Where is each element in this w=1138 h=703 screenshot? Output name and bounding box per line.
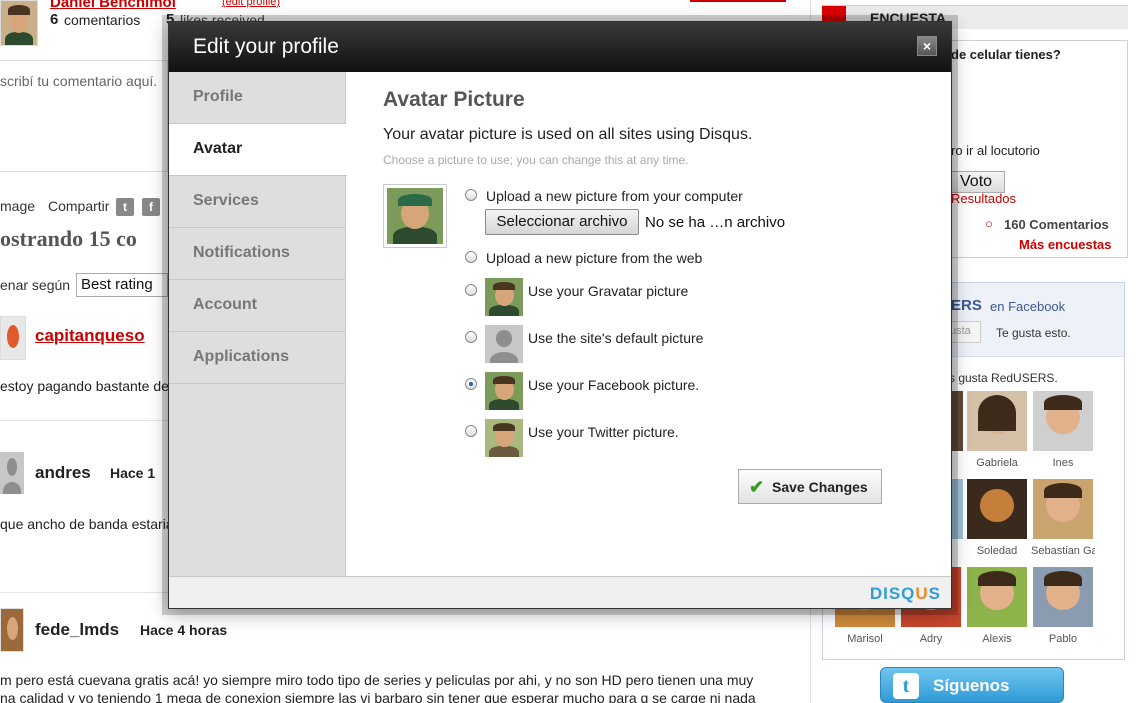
fb-like-text: Te gusta esto. (996, 326, 1071, 340)
section-description: Your avatar picture is used on all sites… (383, 126, 753, 143)
nav-item-profile[interactable]: Profile (169, 72, 346, 124)
current-avatar (383, 184, 447, 248)
vote-button-label: Voto (960, 173, 993, 190)
fan-name: Soledad (976, 545, 1018, 557)
comment-avatar (0, 608, 24, 652)
profile-nav: Profile Avatar Services Notifications Ac… (169, 72, 347, 576)
top-rule (690, 0, 786, 2)
modal-title: Edit your profile (193, 35, 339, 58)
comments-count: 6 (50, 11, 59, 28)
twitter-thumb (485, 419, 523, 457)
fan-photo[interactable] (967, 479, 1027, 539)
comment-text: estoy pagando bastante de (0, 378, 169, 394)
nav-item-notifications[interactable]: Notifications (169, 228, 346, 280)
section-title: Avatar Picture (383, 88, 525, 111)
fb-brand[interactable]: ERS (951, 297, 982, 314)
twitter-follow-button[interactable]: t Síguenos (880, 667, 1064, 703)
current-avatar-photo (387, 188, 443, 244)
comment-divider (0, 420, 168, 421)
file-name: No se ha …n archivo (645, 214, 786, 231)
comment-textarea[interactable]: scribí tu comentario aquí. (0, 60, 168, 172)
fb-fans-text: s gusta RedUSERS. (949, 371, 1058, 385)
edit-profile-modal: Edit your profile × Profile Avatar Servi… (168, 21, 952, 609)
sort-select[interactable]: Best rating (76, 273, 168, 297)
user-avatar (0, 0, 38, 46)
poll-question: de celular tienes? (951, 47, 1061, 62)
choose-file-button[interactable]: Seleccionar archivo (485, 209, 639, 235)
comment-user: andres (35, 463, 91, 482)
save-changes-button[interactable]: ✔ Save Changes (738, 469, 882, 504)
fb-like-button-label: usta (950, 325, 971, 337)
share-label: Compartir (48, 198, 110, 214)
results-link[interactable]: Resultados (951, 191, 1016, 206)
option-label: Upload a new picture from the web (486, 250, 703, 266)
avatar-panel: Avatar Picture Your avatar picture is us… (347, 72, 951, 576)
option-label: Use your Facebook picture. (528, 377, 700, 393)
fan-name: Pablo (1048, 633, 1078, 645)
twitter-share-icon[interactable]: t (116, 198, 134, 216)
nav-item-applications[interactable]: Applications (169, 332, 346, 384)
comment-user: fede_lmds (35, 620, 120, 639)
fan-photo[interactable] (967, 567, 1027, 627)
option-label: Upload a new picture from your computer (486, 188, 743, 204)
comment-avatar (0, 316, 26, 360)
fan-name: Marisol (847, 633, 883, 645)
option-label: Use your Gravatar picture (528, 283, 689, 299)
poll-comments-count[interactable]: 160 Comentarios (1004, 217, 1109, 232)
poll-option: ro ir al locutorio (951, 143, 1040, 158)
vote-button[interactable]: Voto (951, 171, 1005, 193)
radio-twitter[interactable] (465, 425, 477, 437)
option-label: Use your Twitter picture. (528, 424, 679, 440)
radio-default[interactable] (465, 331, 477, 343)
fan-name: Alexis (982, 633, 1012, 645)
comment-text: m pero está cuevana gratis acá! yo siemp… (0, 672, 754, 688)
comment-avatar (0, 452, 24, 494)
comment-time: Hace 1 (110, 465, 156, 481)
nav-item-services[interactable]: Services (169, 176, 346, 228)
radio-upload-computer[interactable] (465, 189, 477, 201)
edit-profile-link[interactable]: (edit profile) (222, 0, 280, 8)
facebook-share-icon[interactable]: f (142, 198, 160, 216)
save-changes-label: Save Changes (772, 479, 868, 495)
radio-upload-web[interactable] (465, 251, 477, 263)
fan-name: Sebastian Ga (1031, 545, 1095, 557)
image-link[interactable]: mage (0, 198, 35, 214)
facebook-thumb (485, 372, 523, 410)
comment-text: que ancho de banda estaria (0, 516, 174, 532)
fan-photo[interactable] (967, 391, 1027, 451)
checkmark-icon: ✔ (749, 477, 765, 497)
modal-header: Edit your profile × (169, 22, 951, 72)
fan-name: Ines (1052, 457, 1074, 469)
fb-on-facebook[interactable]: en Facebook (990, 299, 1065, 314)
comment-placeholder: scribí tu comentario aquí. (0, 73, 158, 89)
comments-label: comentarios (64, 12, 141, 28)
option-label: Use the site's default picture (528, 330, 704, 346)
nav-item-account[interactable]: Account (169, 280, 346, 332)
sort-value: Best rating (81, 276, 153, 293)
fan-photo[interactable] (1033, 567, 1093, 627)
comment-time: Hace 4 horas (140, 622, 228, 638)
radio-gravatar[interactable] (465, 284, 477, 296)
showing-count: ostrando 15 co (0, 226, 137, 251)
comment-user-link[interactable]: capitanqueso (35, 326, 145, 346)
comment-text: na calidad y yo teniendo 1 mega de conex… (0, 690, 756, 703)
more-polls-link[interactable]: Más encuestas (1019, 237, 1112, 252)
modal-footer: DISQUS (169, 576, 951, 608)
fan-name: Adry (919, 633, 943, 645)
twitter-icon: t (893, 673, 919, 699)
radio-facebook[interactable] (465, 378, 477, 390)
section-hint: Choose a picture to use; you can change … (383, 153, 689, 167)
nav-item-avatar[interactable]: Avatar (169, 124, 347, 176)
fan-photo[interactable] (1033, 479, 1093, 539)
comment-bubble-icon: ○ (985, 216, 993, 231)
user-name-link[interactable]: Daniel Benchimol (50, 0, 176, 11)
fan-name: Gabriela (976, 457, 1018, 469)
fan-photo[interactable] (1033, 391, 1093, 451)
close-icon[interactable]: × (917, 36, 937, 56)
twitter-follow-label: Síguenos (933, 676, 1010, 695)
disqus-logo: DISQUS (869, 584, 941, 603)
sort-label: enar según (0, 277, 71, 293)
gravatar-thumb (485, 278, 523, 316)
default-avatar-thumb (485, 325, 523, 363)
